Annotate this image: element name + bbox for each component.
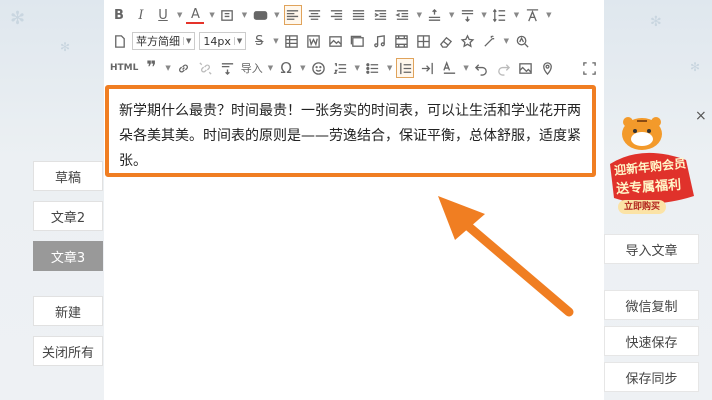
promo-banner[interactable]: 迎新年购会员 送专属福利 立即购买 bbox=[606, 104, 702, 222]
ordered-list-dropdown-icon[interactable]: ▼ bbox=[355, 64, 360, 72]
snowflake-icon: ✻ bbox=[650, 14, 662, 30]
video-icon[interactable] bbox=[393, 31, 411, 51]
editor: B I U ▼ A ▼ ▼ ▼ ▼ ▼ ▼ ▼ ▼ 苹方简细 ▼ 14px ▼ S ▼ ▼… bbox=[104, 0, 604, 400]
italic-icon[interactable]: I bbox=[132, 5, 150, 25]
toolbar-row-1: B I U ▼ A ▼ ▼ ▼ ▼ ▼ ▼ ▼ ▼ bbox=[104, 3, 604, 27]
bold-icon[interactable]: B bbox=[110, 5, 128, 25]
align-center-icon[interactable] bbox=[306, 5, 324, 25]
text-format-icon[interactable] bbox=[440, 58, 458, 78]
snowflake-icon: ✻ bbox=[690, 60, 701, 74]
content-text: 新学期什么最贵？时间最贵！一张务实的时间表，可以让生活和学业花开两朵各美其美。时… bbox=[119, 103, 581, 169]
font-size-dropdown-icon[interactable]: ▼ bbox=[546, 11, 551, 19]
toolbar-row-3: HTML ❞ ▼ 导入 ▼ Ω ▼ ▼ ▼ ▼ bbox=[104, 56, 604, 80]
document-icon[interactable] bbox=[110, 31, 128, 51]
table-icon[interactable] bbox=[283, 31, 301, 51]
draft-tab[interactable]: 草稿 bbox=[33, 161, 103, 191]
emoji-icon[interactable] bbox=[310, 58, 328, 78]
image-icon[interactable] bbox=[327, 31, 345, 51]
font-size-select[interactable]: 14px ▼ bbox=[199, 32, 247, 50]
line-height-dropdown-icon[interactable]: ▼ bbox=[514, 11, 519, 19]
outdent-icon[interactable] bbox=[394, 5, 412, 25]
ordered-list-icon[interactable] bbox=[332, 58, 350, 78]
spacing-bottom-dropdown-icon[interactable]: ▼ bbox=[481, 11, 486, 19]
blockquote-dropdown-icon[interactable]: ▼ bbox=[165, 64, 170, 72]
link-icon[interactable] bbox=[175, 58, 193, 78]
wechat-copy-button[interactable]: 微信复制 bbox=[604, 290, 699, 320]
font-size-value: 14px bbox=[203, 34, 231, 48]
chevron-down-icon: ▼ bbox=[233, 37, 242, 45]
magic-dropdown-icon[interactable]: ▼ bbox=[504, 37, 509, 45]
eraser-icon[interactable] bbox=[437, 31, 455, 51]
font-size-icon[interactable] bbox=[523, 5, 541, 25]
background-color-icon[interactable] bbox=[219, 5, 237, 25]
paragraph-spacing-top-icon[interactable] bbox=[426, 5, 444, 25]
gallery-icon[interactable] bbox=[349, 31, 367, 51]
snowflake-icon: ✻ bbox=[10, 8, 26, 29]
template-icon[interactable] bbox=[415, 31, 433, 51]
new-button[interactable]: 新建 bbox=[33, 296, 103, 326]
save-sync-button[interactable]: 保存同步 bbox=[604, 362, 699, 392]
spacing-top-dropdown-icon[interactable]: ▼ bbox=[449, 11, 454, 19]
search-replace-icon[interactable] bbox=[513, 31, 531, 51]
unordered-list-icon[interactable] bbox=[364, 58, 382, 78]
promo-buy-button[interactable]: 立即购买 bbox=[620, 200, 664, 214]
format-brush-icon[interactable] bbox=[251, 5, 269, 25]
article2-tab[interactable]: 文章2 bbox=[33, 201, 103, 231]
unordered-list-dropdown-icon[interactable]: ▼ bbox=[387, 64, 392, 72]
font-family-value: 苹方简细 bbox=[136, 35, 180, 48]
snowflake-icon: ✻ bbox=[60, 40, 71, 54]
import-button[interactable]: 导入 bbox=[241, 58, 263, 78]
strikethrough-dropdown-icon[interactable]: ▼ bbox=[273, 37, 278, 45]
music-icon[interactable] bbox=[371, 31, 389, 51]
unlink-icon[interactable] bbox=[197, 58, 215, 78]
blockquote-icon[interactable]: ❞ bbox=[142, 58, 160, 78]
underline-dropdown-icon[interactable]: ▼ bbox=[177, 11, 182, 19]
import-icon[interactable] bbox=[219, 58, 237, 78]
redo-icon[interactable] bbox=[495, 58, 513, 78]
import-dropdown-icon[interactable]: ▼ bbox=[268, 64, 273, 72]
font-family-select[interactable]: 苹方简细 ▼ bbox=[132, 32, 196, 50]
magic-wand-icon[interactable] bbox=[481, 31, 499, 51]
chevron-down-icon: ▼ bbox=[183, 37, 191, 45]
map-icon[interactable] bbox=[517, 58, 535, 78]
html-source-button[interactable]: HTML bbox=[110, 58, 138, 78]
align-right-icon[interactable] bbox=[328, 5, 346, 25]
paragraph-spacing-bottom-icon[interactable] bbox=[458, 5, 476, 25]
underline-icon[interactable]: U bbox=[154, 5, 172, 25]
article3-tab[interactable]: 文章3 bbox=[33, 241, 103, 271]
text-direction-icon[interactable] bbox=[418, 58, 436, 78]
align-justify-icon[interactable] bbox=[350, 5, 368, 25]
word-icon[interactable] bbox=[305, 31, 323, 51]
font-color-dropdown-icon[interactable]: ▼ bbox=[209, 11, 214, 19]
background-dropdown-icon[interactable]: ▼ bbox=[242, 11, 247, 19]
special-char-icon[interactable]: Ω bbox=[277, 58, 295, 78]
align-left-icon[interactable] bbox=[283, 5, 302, 25]
format-dropdown-icon[interactable]: ▼ bbox=[274, 11, 279, 19]
close-all-button[interactable]: 关闭所有 bbox=[33, 336, 103, 366]
toolbar-row-2: 苹方简细 ▼ 14px ▼ S ▼ ▼ bbox=[104, 29, 604, 53]
import-article-button[interactable]: 导入文章 bbox=[604, 234, 699, 264]
star-icon[interactable] bbox=[459, 31, 477, 51]
promo-close-icon[interactable]: × bbox=[695, 108, 707, 124]
special-char-dropdown-icon[interactable]: ▼ bbox=[300, 64, 305, 72]
fullscreen-icon[interactable] bbox=[581, 58, 599, 78]
quick-save-button[interactable]: 快速保存 bbox=[604, 326, 699, 356]
undo-icon[interactable] bbox=[473, 58, 491, 78]
text-format-dropdown-icon[interactable]: ▼ bbox=[463, 64, 468, 72]
font-color-icon[interactable]: A bbox=[186, 6, 205, 24]
editor-content-box[interactable]: 新学期什么最贵？时间最贵！一张务实的时间表，可以让生活和学业花开两朵各美其美。时… bbox=[105, 85, 596, 177]
location-icon[interactable] bbox=[539, 58, 557, 78]
indent-dropdown-icon[interactable]: ▼ bbox=[417, 11, 422, 19]
indent-icon[interactable] bbox=[372, 5, 390, 25]
strikethrough-icon[interactable]: S bbox=[250, 31, 268, 51]
first-line-indent-icon[interactable] bbox=[396, 58, 415, 78]
line-height-icon[interactable] bbox=[491, 5, 509, 25]
